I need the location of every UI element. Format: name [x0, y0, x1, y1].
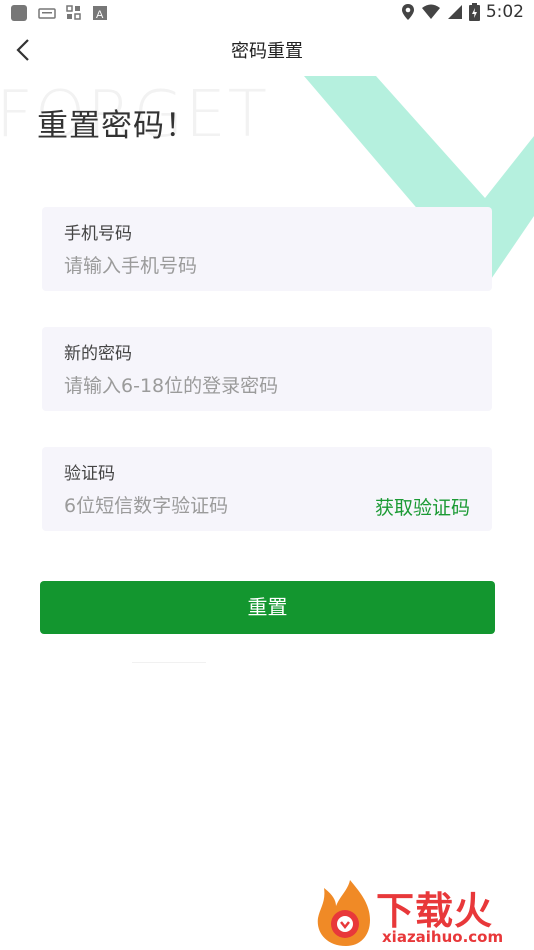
app-notification-icon — [11, 5, 27, 21]
phone-field-card: 手机号码 — [42, 207, 492, 291]
watermark-logo: 下载火 xiazaihuo.com — [312, 878, 530, 948]
password-field-card: 新的密码 — [42, 327, 492, 411]
keyboard-icon — [38, 8, 56, 19]
header-bar: 密码重置 — [0, 28, 534, 72]
status-system: 5:02 — [401, 2, 524, 22]
flame-logo-icon — [317, 880, 370, 946]
page-header-title: 密码重置 — [231, 41, 303, 62]
phone-input[interactable] — [64, 251, 344, 281]
grid-apps-icon — [66, 5, 81, 20]
signal-icon — [447, 5, 462, 19]
battery-icon — [468, 3, 480, 21]
text-a-icon: A — [93, 6, 107, 21]
watermark-url: xiazaihuo.com — [382, 928, 504, 946]
code-label: 验证码 — [64, 464, 115, 484]
phone-label: 手机号码 — [64, 224, 132, 244]
status-bar: A 5:02 — [0, 0, 534, 28]
divider — [132, 662, 206, 663]
svg-text:A: A — [96, 9, 104, 21]
location-icon — [401, 4, 414, 20]
password-input[interactable] — [64, 371, 344, 401]
reset-button[interactable]: 重置 — [40, 581, 495, 634]
code-field-card: 验证码 获取验证码 — [42, 447, 492, 531]
code-input[interactable] — [64, 491, 344, 521]
status-time: 5:02 — [485, 2, 524, 22]
watermark-brand: 下载火 — [376, 889, 494, 933]
wifi-icon — [421, 4, 440, 19]
password-label: 新的密码 — [64, 344, 132, 364]
page-title: 重置密码！ — [37, 108, 197, 144]
get-code-button[interactable]: 获取验证码 — [375, 493, 470, 520]
status-notifications: A — [10, 4, 108, 22]
